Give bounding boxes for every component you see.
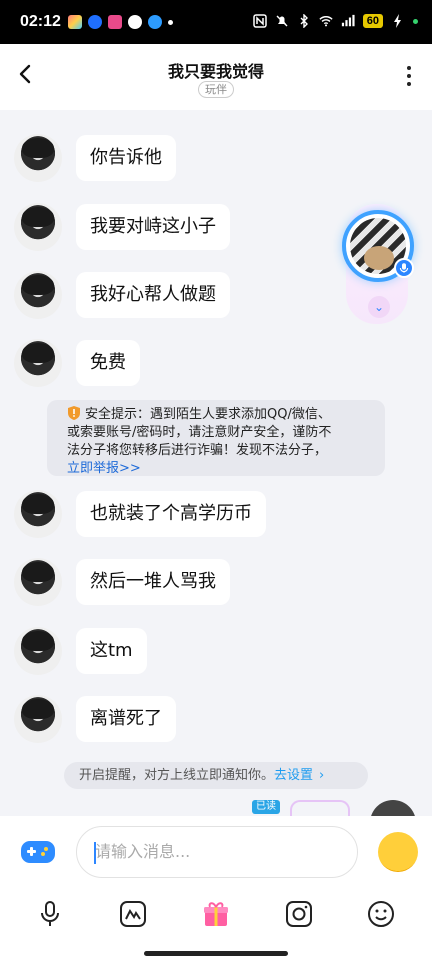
- avatar[interactable]: [14, 695, 62, 743]
- signal-icon: [341, 14, 355, 27]
- app-notification-icon: [148, 15, 162, 29]
- message-bubble[interactable]: 我要对峙这小子: [76, 204, 230, 250]
- privacy-indicator-dot: [413, 18, 418, 24]
- shield-warning-icon: [68, 406, 80, 420]
- message-bubble[interactable]: 我好心帮人做题: [76, 272, 230, 318]
- contact-name: 我只要我觉得: [167, 62, 264, 81]
- wechat-icon: [128, 15, 142, 29]
- report-link[interactable]: 立即举报>>: [67, 461, 141, 476]
- mute-icon: [276, 15, 288, 27]
- emoji-icon[interactable]: [378, 832, 418, 872]
- charging-icon: [394, 14, 401, 28]
- status-bar: 02:12 60: [0, 0, 432, 44]
- chat-header: 我只要我觉得 玩伴: [0, 44, 432, 110]
- avatar[interactable]: [14, 627, 62, 675]
- outgoing-message-bubble[interactable]: [290, 800, 350, 816]
- sticker-icon[interactable]: [367, 900, 395, 928]
- message-row: 免费: [14, 339, 140, 387]
- wifi-icon: [319, 16, 333, 27]
- avatar[interactable]: [14, 271, 62, 319]
- app-notification-icon: [108, 15, 122, 29]
- read-receipt-tag: 已读: [252, 800, 280, 814]
- avatar[interactable]: [14, 134, 62, 182]
- message-row: 然后一堆人骂我: [14, 558, 230, 606]
- message-row: 我好心帮人做题: [14, 271, 230, 319]
- my-avatar[interactable]: [370, 800, 416, 816]
- doodle-icon[interactable]: [119, 900, 147, 928]
- chat-messages-area[interactable]: 你告诉他 我要对峙这小子 我好心帮人做题 免费 安全提示：遇到陌生人要求添加QQ…: [0, 110, 432, 816]
- more-vertical-icon[interactable]: [406, 66, 412, 88]
- notice-line: 或索要账号/密码时，请注意财产安全，谨防不: [67, 425, 332, 440]
- app-notification-icon: [88, 15, 102, 29]
- microphone-icon: [394, 258, 414, 278]
- status-indicators: 60: [253, 14, 418, 28]
- message-bubble[interactable]: 然后一堆人骂我: [76, 559, 230, 605]
- notice-line: 安全提示：遇到陌生人要求添加QQ/微信、: [85, 407, 331, 422]
- message-row: 也就装了个高学历币: [14, 490, 266, 538]
- battery-indicator: 60: [362, 14, 383, 28]
- chat-toolbar: [0, 888, 432, 944]
- home-indicator[interactable]: [144, 951, 288, 956]
- game-controller-icon[interactable]: [20, 836, 56, 866]
- collapse-chevron-icon[interactable]: ⌄: [368, 296, 390, 318]
- camera-icon[interactable]: [285, 900, 313, 928]
- message-row: 我要对峙这小子: [14, 203, 230, 251]
- nfc-icon: [253, 14, 267, 28]
- notice-line: 法分子将您转移后进行诈骗！发现不法分子，: [67, 443, 328, 458]
- relationship-tag: 玩伴: [198, 81, 234, 98]
- reminder-settings-link[interactable]: 去设置: [274, 768, 313, 783]
- status-time: 02:12: [20, 13, 61, 30]
- message-input[interactable]: 请输入消息...: [76, 826, 358, 878]
- message-bubble[interactable]: 也就装了个高学历币: [76, 491, 266, 537]
- bluetooth-icon: [300, 14, 308, 28]
- input-bar: 请输入消息...: [0, 816, 432, 888]
- reminder-text: 开启提醒，对方上线立即通知你。: [79, 768, 275, 783]
- avatar[interactable]: [14, 558, 62, 606]
- message-bubble[interactable]: 你告诉他: [76, 135, 176, 181]
- notification-icons: [68, 15, 173, 29]
- app-notification-icon: [68, 15, 82, 29]
- message-bubble[interactable]: 免费: [76, 340, 140, 386]
- online-reminder-banner[interactable]: 开启提醒，对方上线立即通知你。去设置 ›: [64, 762, 368, 789]
- avatar[interactable]: [14, 339, 62, 387]
- avatar[interactable]: [14, 490, 62, 538]
- message-bubble[interactable]: 这tm: [76, 628, 147, 674]
- system-nav-bar: [0, 944, 432, 964]
- message-row: 离谱死了: [14, 695, 176, 743]
- message-row: 你告诉他: [14, 134, 176, 182]
- message-row: 这tm: [14, 627, 147, 675]
- avatar[interactable]: [14, 203, 62, 251]
- voice-input-icon[interactable]: [36, 900, 64, 928]
- chevron-right-icon: ›: [319, 768, 325, 783]
- gift-icon[interactable]: [202, 900, 230, 928]
- message-bubble[interactable]: 离谱死了: [76, 696, 176, 742]
- safety-notice: 安全提示：遇到陌生人要求添加QQ/微信、 或索要账号/密码时，请注意财产安全，谨…: [47, 400, 385, 476]
- more-notifications-dot: [168, 19, 173, 25]
